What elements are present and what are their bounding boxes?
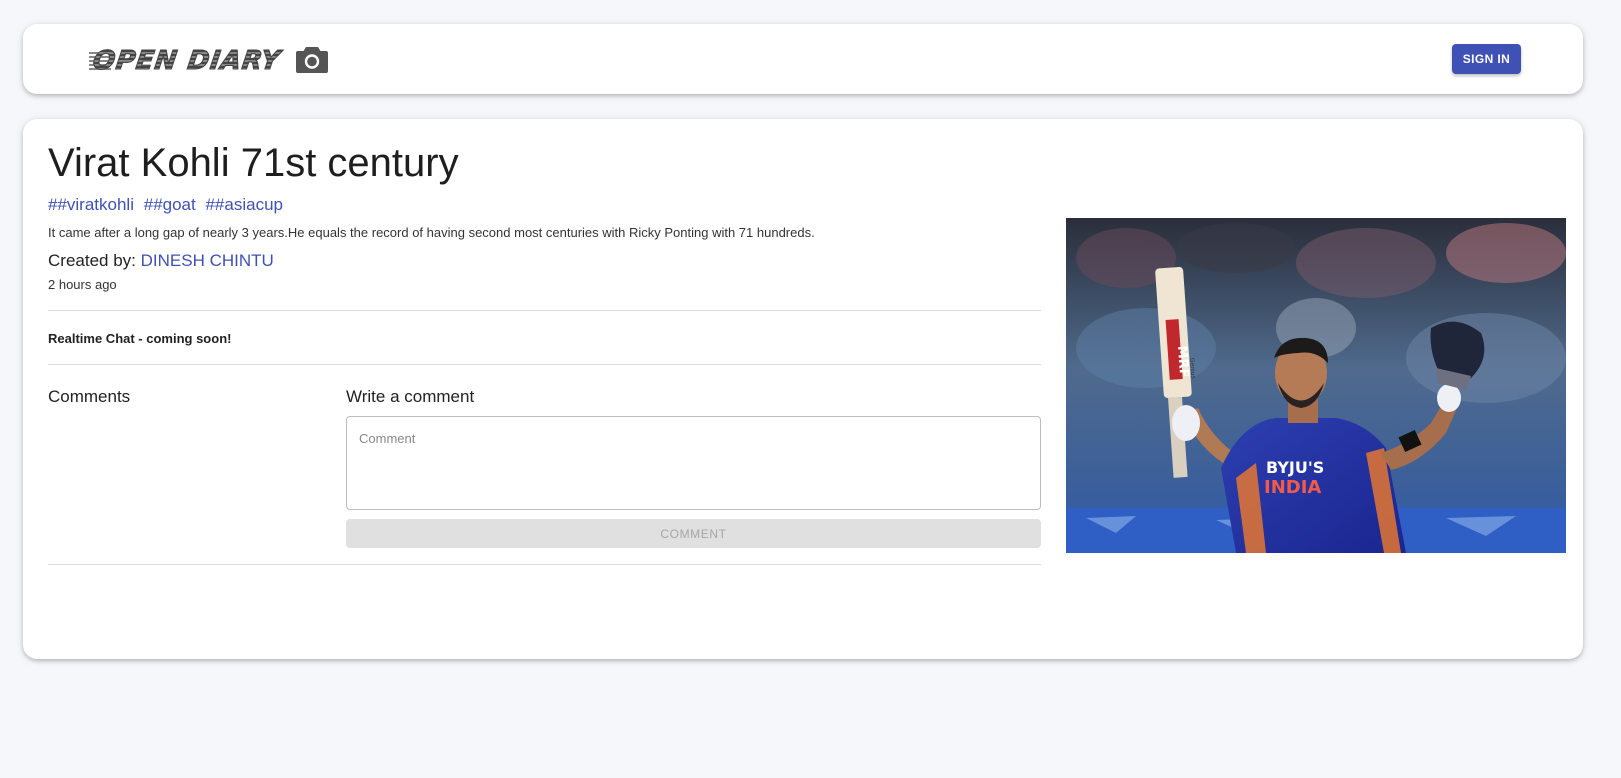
site-logo[interactable]: OPEN DIARY xyxy=(89,44,329,79)
bat-model-text: Genius xyxy=(1188,358,1196,379)
divider xyxy=(48,564,1041,565)
post-image: BYJU'S INDIA MRF Genius xyxy=(1066,218,1566,553)
tag-link[interactable]: ##viratkohli xyxy=(48,195,134,214)
sign-in-button[interactable]: SIGN IN xyxy=(1452,44,1521,74)
tag-link[interactable]: ##asiacup xyxy=(205,195,283,214)
author-link[interactable]: DINESH CHINTU xyxy=(141,251,274,270)
shirt-sponsor-text: BYJU'S xyxy=(1266,458,1324,477)
app-bar: OPEN DIARY SIGN IN xyxy=(23,24,1583,94)
divider xyxy=(48,310,1041,311)
logo-text: OPEN DIARY xyxy=(90,46,283,77)
comment-submit-button[interactable]: COMMENT xyxy=(346,519,1041,548)
created-by: Created by: DINESH CHINTU xyxy=(48,251,274,271)
post-tags: ##viratkohli ##goat ##asiacup xyxy=(48,195,288,215)
tag-link[interactable]: ##goat xyxy=(144,195,196,214)
post-title: Virat Kohli 71st century xyxy=(48,141,459,185)
write-comment-heading: Write a comment xyxy=(346,387,475,406)
camera-icon xyxy=(295,44,329,79)
chat-coming-soon-note: Realtime Chat - coming soon! xyxy=(48,331,232,346)
post-card: Virat Kohli 71st century ##viratkohli ##… xyxy=(23,119,1583,659)
created-by-label: Created by: xyxy=(48,251,141,270)
post-timestamp: 2 hours ago xyxy=(48,277,117,292)
comment-input[interactable] xyxy=(346,416,1041,510)
comments-heading: Comments xyxy=(48,387,131,406)
post-description: It came after a long gap of nearly 3 yea… xyxy=(48,225,815,240)
shirt-team-text: INDIA xyxy=(1264,477,1321,498)
divider xyxy=(48,364,1041,365)
